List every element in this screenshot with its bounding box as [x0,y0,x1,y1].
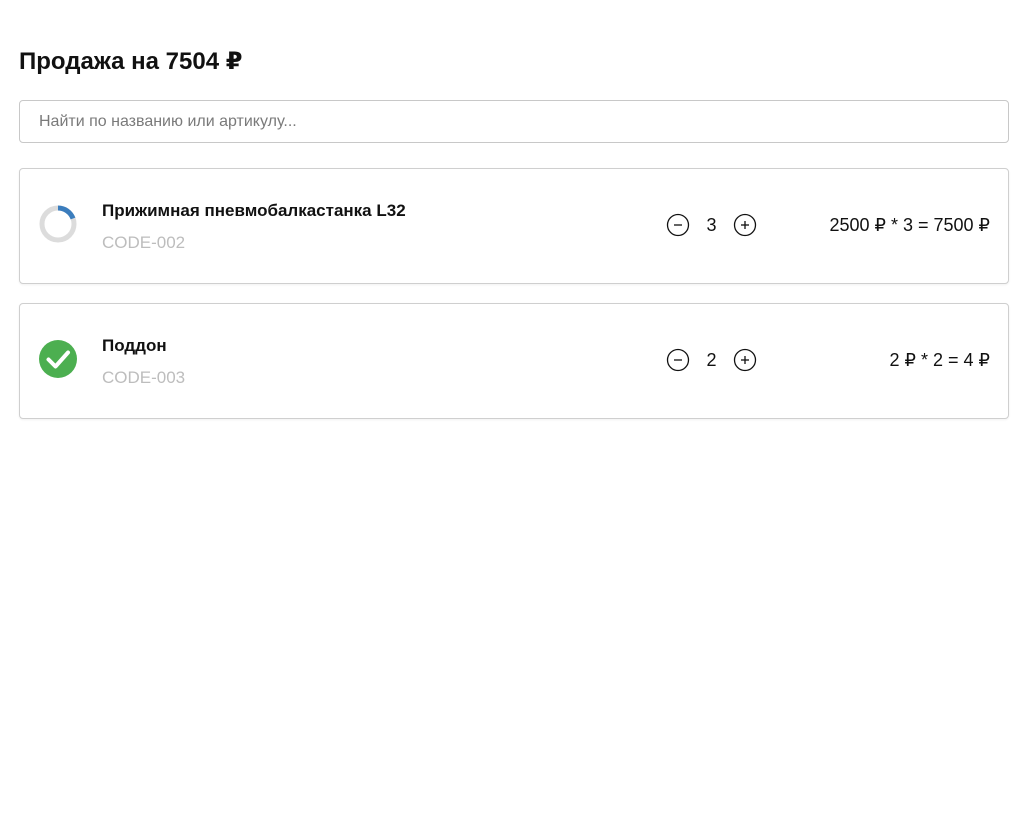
minus-circle-icon [666,213,690,237]
page-title: Продажа на 7504 ₽ [19,48,243,75]
search-box [19,100,1009,143]
item-card: Поддон CODE-003 2 2 ₽ * 2 = 4 ₽ [19,303,1009,419]
decrease-quantity-button[interactable] [666,213,690,237]
quantity-stepper: 2 [666,348,759,372]
item-name: Прижимная пневмобалкастанка L32 [102,201,406,220]
quantity-stepper: 3 [666,213,759,237]
quantity-value: 2 [706,350,717,370]
item-card: Прижимная пневмобалкастанка L32 CODE-002… [19,168,1009,284]
spinner-icon [39,205,77,243]
check-circle-icon [39,340,77,378]
item-total: 2 ₽ * 2 = 4 ₽ [889,350,990,370]
item-total: 2500 ₽ * 3 = 7500 ₽ [829,215,990,235]
minus-circle-icon [666,348,690,372]
item-code: CODE-002 [102,233,186,252]
item-name: Поддон [102,336,167,355]
decrease-quantity-button[interactable] [666,348,690,372]
search-input[interactable] [20,101,1008,142]
item-code: CODE-003 [102,368,186,387]
quantity-value: 3 [706,215,717,235]
plus-circle-icon [733,348,757,372]
increase-quantity-button[interactable] [733,348,757,372]
increase-quantity-button[interactable] [733,213,757,237]
plus-circle-icon [733,213,757,237]
